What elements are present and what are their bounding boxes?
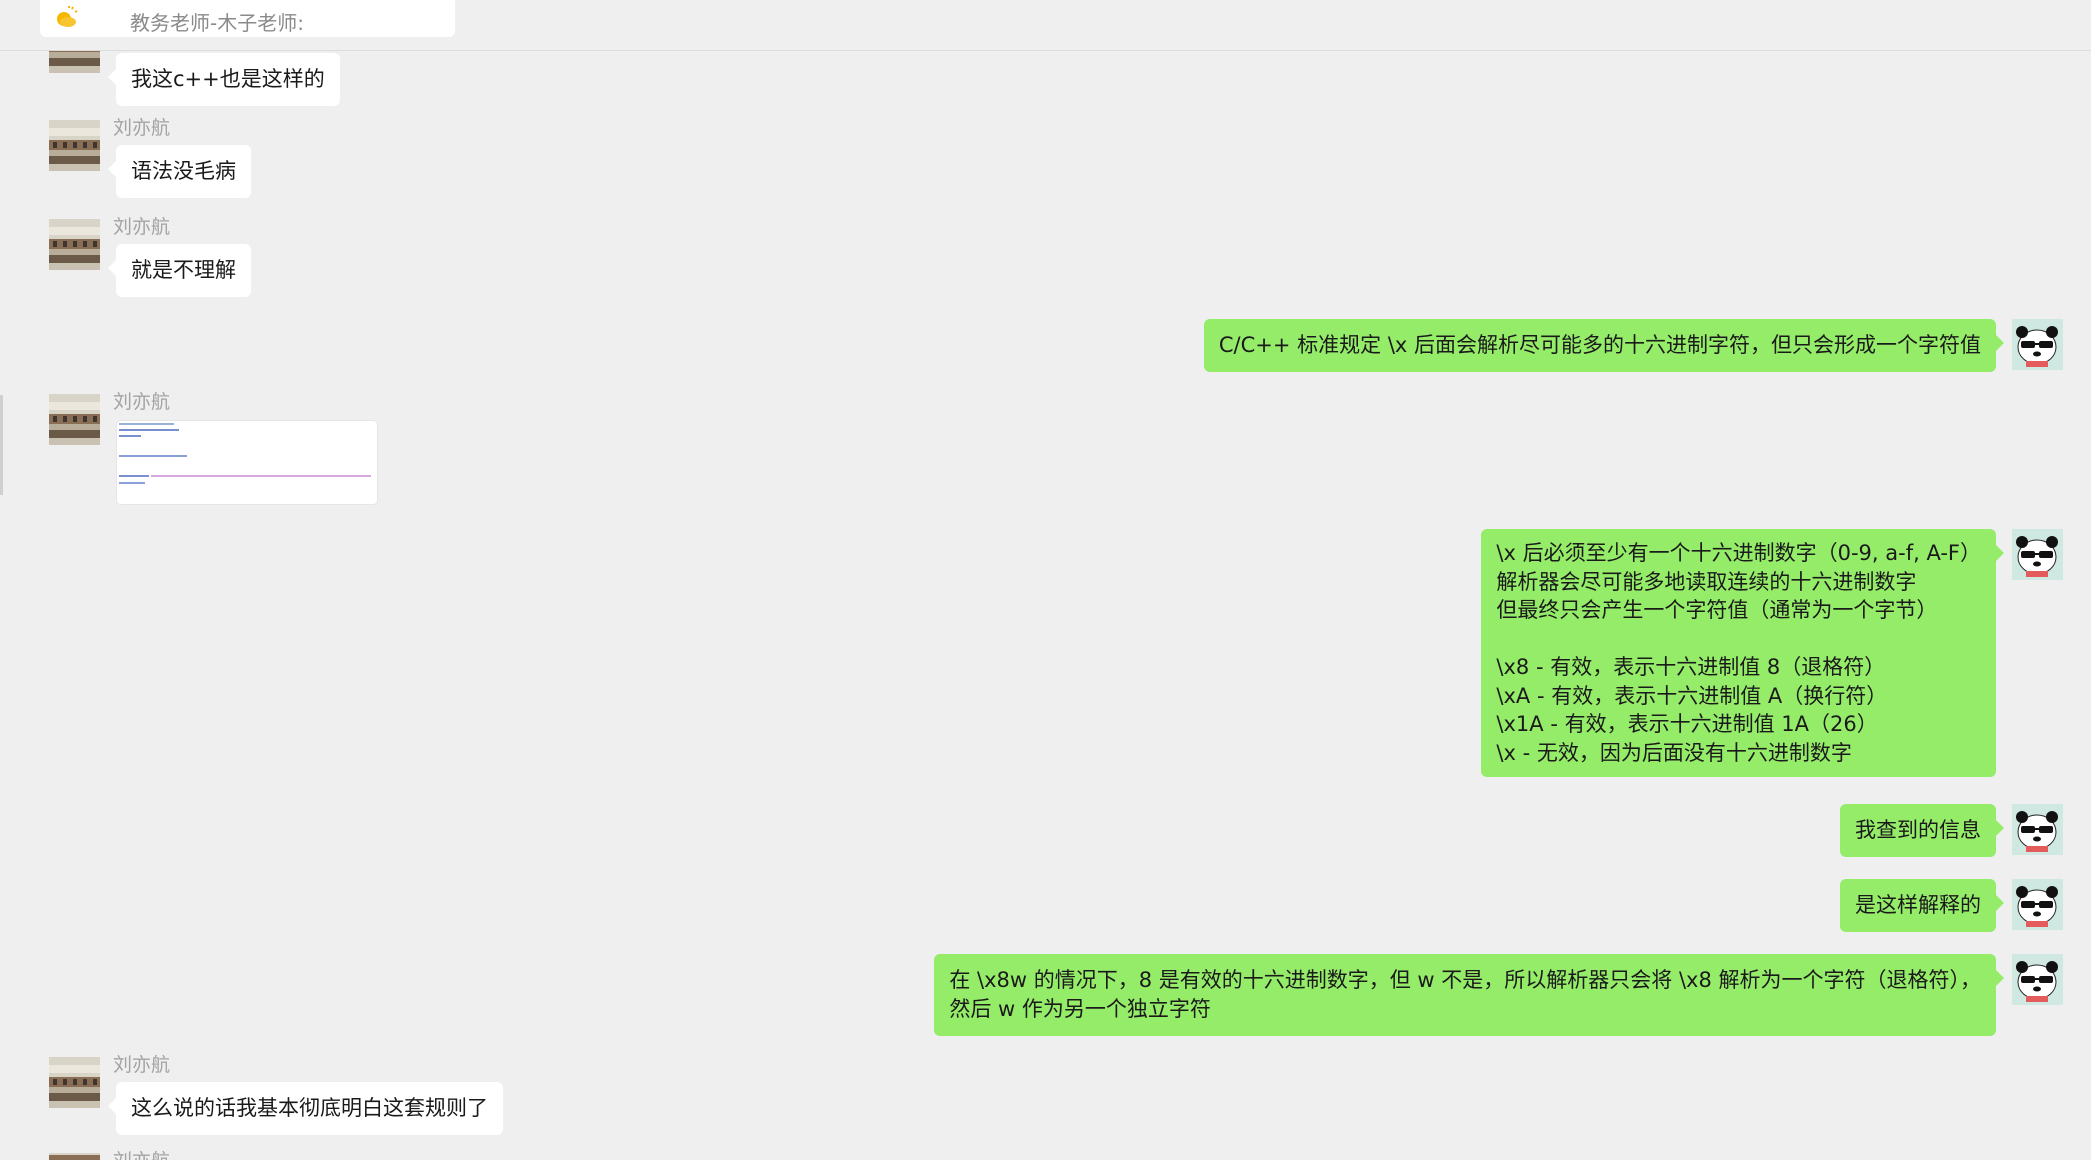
avatar[interactable] [2012, 319, 2063, 370]
building-photo-icon [49, 1057, 100, 1108]
message-bubble[interactable]: 就是不理解 [108, 244, 251, 297]
code-screenshot-thumbnail [117, 421, 377, 504]
sender-name: 刘亦航 [113, 1146, 170, 1160]
scroll-edge[interactable] [0, 395, 3, 495]
message-bubble[interactable]: 我这c++也是这样的 [108, 53, 340, 106]
pinned-note[interactable]: 教务老师-木子老师: [40, 0, 455, 37]
avatar[interactable] [49, 394, 100, 445]
avatar[interactable] [2012, 879, 2063, 930]
avatar[interactable] [49, 120, 100, 171]
sender-name: 刘亦航 [113, 1054, 171, 1076]
avatar[interactable] [49, 1153, 100, 1160]
message-bubble[interactable]: 在 \x8w 的情况下，8 是有效的十六进制数字，但 w 不是，所以解析器只会将… [934, 954, 2004, 1036]
panda-avatar-icon [2012, 804, 2063, 855]
building-photo-icon [49, 394, 100, 445]
sender-name: 刘亦航 [113, 117, 171, 139]
pinned-note-text: 教务老师-木子老师: [130, 11, 304, 35]
image-message[interactable] [116, 420, 378, 505]
weather-sun-icon [57, 6, 78, 27]
panda-avatar-icon [2012, 954, 2063, 1005]
chat-top-bar: 教务老师-木子老师: [0, 0, 2091, 51]
avatar[interactable] [2012, 954, 2063, 1005]
message-bubble[interactable]: 这么说的话我基本彻底明白这套规则了 [108, 1082, 503, 1135]
building-photo-icon [49, 219, 100, 270]
panda-avatar-icon [2012, 879, 2063, 930]
avatar[interactable] [2012, 804, 2063, 855]
message-bubble[interactable]: \x 后必须至少有一个十六进制数字（0-9, a-f, A-F） 解析器会尽可能… [1481, 529, 2004, 777]
message-bubble[interactable]: 语法没毛病 [108, 145, 251, 198]
avatar[interactable] [2012, 529, 2063, 580]
message-bubble[interactable]: 是这样解释的 [1840, 879, 2004, 932]
building-photo-icon [49, 1153, 100, 1160]
building-photo-icon [49, 120, 100, 171]
sender-name: 刘亦航 [113, 216, 171, 238]
message-bubble[interactable]: C/C++ 标准规定 \x 后面会解析尽可能多的十六进制字符，但只会形成一个字符… [1203, 319, 2005, 372]
avatar[interactable] [49, 1057, 100, 1108]
message-bubble[interactable]: 我查到的信息 [1840, 804, 2004, 857]
sender-name: 刘亦航 [113, 391, 171, 413]
panda-avatar-icon [2012, 529, 2063, 580]
avatar[interactable] [49, 219, 100, 270]
panda-avatar-icon [2012, 319, 2063, 370]
